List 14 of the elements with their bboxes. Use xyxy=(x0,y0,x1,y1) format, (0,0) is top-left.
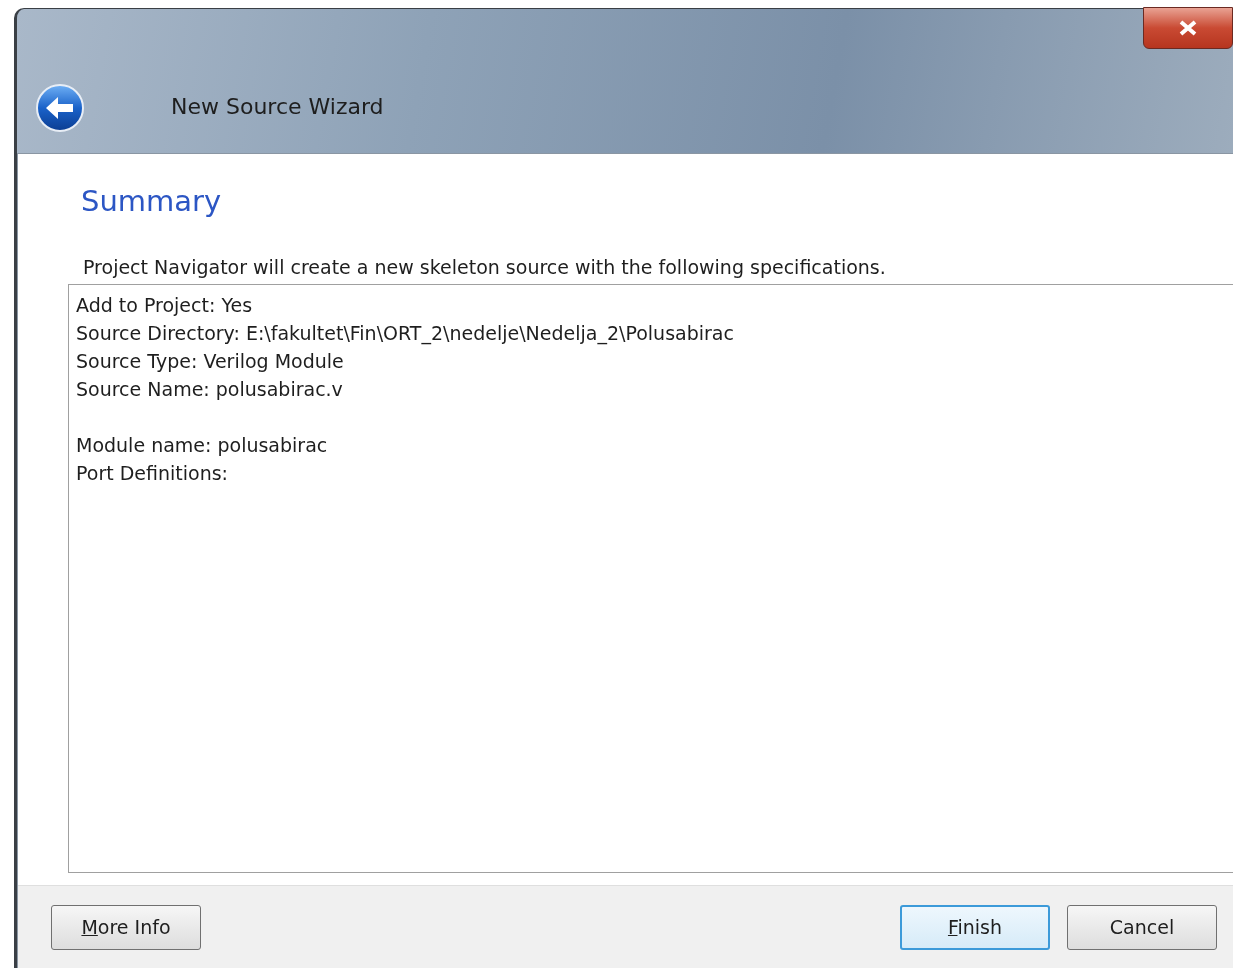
page-heading: Summary xyxy=(81,184,222,218)
window-title: New Source Wizard xyxy=(171,93,384,121)
description-text: Project Navigator will create a new skeleton source with the following specifications. xyxy=(83,255,886,278)
dialog-button[interactable]: Cancel xyxy=(1067,904,1217,950)
summary-line: Add to Project: Yes xyxy=(76,293,253,318)
dialog-button[interactable]: Finish xyxy=(900,904,1050,950)
summary-line: Source Type: Verilog Module xyxy=(76,349,344,374)
summary-line: Port Definitions: xyxy=(76,461,228,486)
summary-line: Source Directory: E:\fakultet\Fin\ORT_2\nedelje\Nedelja_2\Polusabirac xyxy=(76,321,734,347)
close-icon xyxy=(1178,20,1198,36)
dialog-button[interactable]: More Info xyxy=(51,904,201,950)
summary-line: Module name: polusabirac xyxy=(76,433,328,458)
close-button[interactable] xyxy=(1143,7,1233,49)
summary-line: Source Name: polusabirac.v xyxy=(76,377,343,402)
